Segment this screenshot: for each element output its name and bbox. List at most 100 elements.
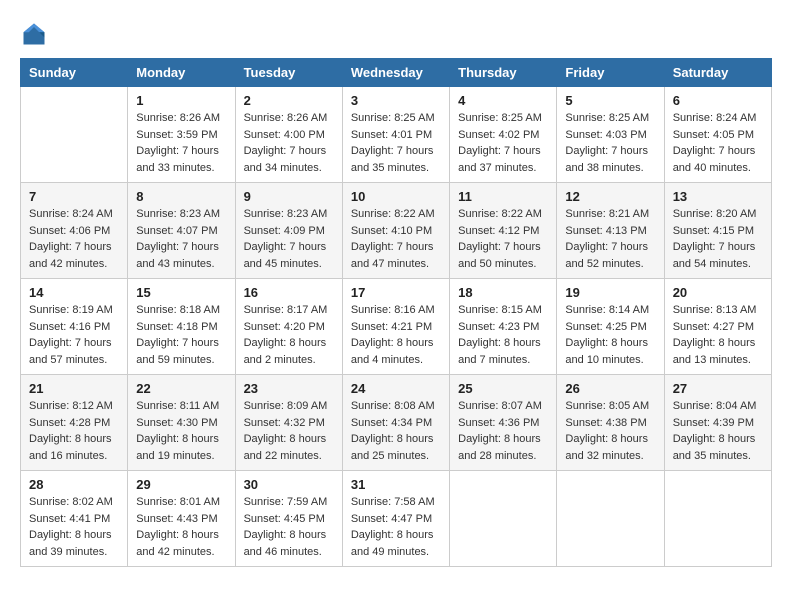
day-info: Sunrise: 8:24 AMSunset: 4:06 PMDaylight:… bbox=[29, 206, 119, 272]
calendar-cell: 19 Sunrise: 8:14 AMSunset: 4:25 PMDayligh… bbox=[557, 279, 664, 375]
calendar-cell: 9 Sunrise: 8:23 AMSunset: 4:09 PMDaylight… bbox=[235, 183, 342, 279]
calendar-header-row: SundayMondayTuesdayWednesdayThursdayFrid… bbox=[21, 59, 772, 87]
calendar-cell: 25 Sunrise: 8:07 AMSunset: 4:36 PMDayligh… bbox=[450, 375, 557, 471]
day-header-wednesday: Wednesday bbox=[342, 59, 449, 87]
day-info: Sunrise: 8:23 AMSunset: 4:07 PMDaylight:… bbox=[136, 206, 226, 272]
day-number: 29 bbox=[136, 477, 226, 492]
day-info: Sunrise: 8:21 AMSunset: 4:13 PMDaylight:… bbox=[565, 206, 655, 272]
calendar-week-row: 1Sunrise: 8:26 AMSunset: 3:59 PMDaylight… bbox=[21, 87, 772, 183]
day-number: 28 bbox=[29, 477, 119, 492]
day-number: 26 bbox=[565, 381, 655, 396]
day-info: Sunrise: 8:17 AMSunset: 4:20 PMDaylight:… bbox=[244, 302, 334, 368]
day-number: 2 bbox=[244, 93, 334, 108]
day-info: Sunrise: 8:11 AMSunset: 4:30 PMDaylight:… bbox=[136, 398, 226, 464]
calendar-cell: 10Sunrise: 8:22 AMSunset: 4:10 PMDayligh… bbox=[342, 183, 449, 279]
day-info: Sunrise: 8:25 AMSunset: 4:03 PMDaylight:… bbox=[565, 110, 655, 176]
calendar-cell: 22 Sunrise: 8:11 AMSunset: 4:30 PMDayligh… bbox=[128, 375, 235, 471]
logo-icon bbox=[20, 20, 48, 48]
day-header-sunday: Sunday bbox=[21, 59, 128, 87]
calendar-cell: 23 Sunrise: 8:09 AMSunset: 4:32 PMDayligh… bbox=[235, 375, 342, 471]
calendar-cell: 13Sunrise: 8:20 AMSunset: 4:15 PMDayligh… bbox=[664, 183, 771, 279]
calendar-week-row: 7 Sunrise: 8:24 AMSunset: 4:06 PMDaylight… bbox=[21, 183, 772, 279]
day-number: 15 bbox=[136, 285, 226, 300]
day-number: 9 bbox=[244, 189, 334, 204]
calendar-cell bbox=[450, 471, 557, 567]
day-info: Sunrise: 8:12 AMSunset: 4:28 PMDaylight:… bbox=[29, 398, 119, 464]
calendar-week-row: 28 Sunrise: 8:02 AMSunset: 4:41 PMDayligh… bbox=[21, 471, 772, 567]
day-number: 19 bbox=[565, 285, 655, 300]
day-info: Sunrise: 8:09 AMSunset: 4:32 PMDaylight:… bbox=[244, 398, 334, 464]
day-info: Sunrise: 8:25 AMSunset: 4:02 PMDaylight:… bbox=[458, 110, 548, 176]
calendar-week-row: 21 Sunrise: 8:12 AMSunset: 4:28 PMDayligh… bbox=[21, 375, 772, 471]
day-info: Sunrise: 8:24 AMSunset: 4:05 PMDaylight:… bbox=[673, 110, 763, 176]
day-info: Sunrise: 8:14 AMSunset: 4:25 PMDaylight:… bbox=[565, 302, 655, 368]
calendar-cell: 18 Sunrise: 8:15 AMSunset: 4:23 PMDayligh… bbox=[450, 279, 557, 375]
calendar-cell bbox=[21, 87, 128, 183]
day-number: 5 bbox=[565, 93, 655, 108]
calendar-cell: 5 Sunrise: 8:25 AMSunset: 4:03 PMDaylight… bbox=[557, 87, 664, 183]
logo bbox=[20, 20, 52, 48]
day-header-friday: Friday bbox=[557, 59, 664, 87]
calendar-cell: 21 Sunrise: 8:12 AMSunset: 4:28 PMDayligh… bbox=[21, 375, 128, 471]
day-info: Sunrise: 8:07 AMSunset: 4:36 PMDaylight:… bbox=[458, 398, 548, 464]
day-number: 7 bbox=[29, 189, 119, 204]
day-info: Sunrise: 8:23 AMSunset: 4:09 PMDaylight:… bbox=[244, 206, 334, 272]
day-number: 24 bbox=[351, 381, 441, 396]
day-number: 14 bbox=[29, 285, 119, 300]
day-number: 23 bbox=[244, 381, 334, 396]
calendar-cell: 14 Sunrise: 8:19 AMSunset: 4:16 PMDayligh… bbox=[21, 279, 128, 375]
calendar-table: SundayMondayTuesdayWednesdayThursdayFrid… bbox=[20, 58, 772, 567]
day-number: 20 bbox=[673, 285, 763, 300]
day-number: 11 bbox=[458, 189, 548, 204]
calendar-cell: 12 Sunrise: 8:21 AMSunset: 4:13 PMDayligh… bbox=[557, 183, 664, 279]
day-info: Sunrise: 8:18 AMSunset: 4:18 PMDaylight:… bbox=[136, 302, 226, 368]
day-number: 13 bbox=[673, 189, 763, 204]
day-number: 30 bbox=[244, 477, 334, 492]
calendar-cell: 24 Sunrise: 8:08 AMSunset: 4:34 PMDayligh… bbox=[342, 375, 449, 471]
day-number: 21 bbox=[29, 381, 119, 396]
calendar-week-row: 14 Sunrise: 8:19 AMSunset: 4:16 PMDayligh… bbox=[21, 279, 772, 375]
calendar-cell: 16 Sunrise: 8:17 AMSunset: 4:20 PMDayligh… bbox=[235, 279, 342, 375]
day-info: Sunrise: 8:25 AMSunset: 4:01 PMDaylight:… bbox=[351, 110, 441, 176]
day-header-thursday: Thursday bbox=[450, 59, 557, 87]
day-info: Sunrise: 8:15 AMSunset: 4:23 PMDaylight:… bbox=[458, 302, 548, 368]
day-info: Sunrise: 8:19 AMSunset: 4:16 PMDaylight:… bbox=[29, 302, 119, 368]
calendar-cell: 27 Sunrise: 8:04 AMSunset: 4:39 PMDayligh… bbox=[664, 375, 771, 471]
day-info: Sunrise: 8:01 AMSunset: 4:43 PMDaylight:… bbox=[136, 494, 226, 560]
calendar-cell: 6 Sunrise: 8:24 AMSunset: 4:05 PMDaylight… bbox=[664, 87, 771, 183]
day-number: 18 bbox=[458, 285, 548, 300]
day-number: 25 bbox=[458, 381, 548, 396]
calendar-cell: 11 Sunrise: 8:22 AMSunset: 4:12 PMDayligh… bbox=[450, 183, 557, 279]
calendar-cell bbox=[557, 471, 664, 567]
day-info: Sunrise: 8:05 AMSunset: 4:38 PMDaylight:… bbox=[565, 398, 655, 464]
calendar-cell: 28 Sunrise: 8:02 AMSunset: 4:41 PMDayligh… bbox=[21, 471, 128, 567]
day-info: Sunrise: 8:02 AMSunset: 4:41 PMDaylight:… bbox=[29, 494, 119, 560]
calendar-cell: 2 Sunrise: 8:26 AMSunset: 4:00 PMDaylight… bbox=[235, 87, 342, 183]
day-number: 12 bbox=[565, 189, 655, 204]
day-info: Sunrise: 8:26 AMSunset: 4:00 PMDaylight:… bbox=[244, 110, 334, 176]
day-info: Sunrise: 8:22 AMSunset: 4:10 PMDaylight:… bbox=[351, 206, 441, 272]
calendar-cell: 17 Sunrise: 8:16 AMSunset: 4:21 PMDayligh… bbox=[342, 279, 449, 375]
day-info: Sunrise: 7:59 AMSunset: 4:45 PMDaylight:… bbox=[244, 494, 334, 560]
day-number: 4 bbox=[458, 93, 548, 108]
calendar-cell: 7 Sunrise: 8:24 AMSunset: 4:06 PMDaylight… bbox=[21, 183, 128, 279]
day-number: 22 bbox=[136, 381, 226, 396]
day-number: 17 bbox=[351, 285, 441, 300]
day-info: Sunrise: 8:16 AMSunset: 4:21 PMDaylight:… bbox=[351, 302, 441, 368]
calendar-cell: 20Sunrise: 8:13 AMSunset: 4:27 PMDayligh… bbox=[664, 279, 771, 375]
day-number: 1 bbox=[136, 93, 226, 108]
day-number: 6 bbox=[673, 93, 763, 108]
calendar-cell: 26 Sunrise: 8:05 AMSunset: 4:38 PMDayligh… bbox=[557, 375, 664, 471]
calendar-cell: 3 Sunrise: 8:25 AMSunset: 4:01 PMDaylight… bbox=[342, 87, 449, 183]
day-header-monday: Monday bbox=[128, 59, 235, 87]
day-number: 27 bbox=[673, 381, 763, 396]
day-number: 3 bbox=[351, 93, 441, 108]
day-info: Sunrise: 8:04 AMSunset: 4:39 PMDaylight:… bbox=[673, 398, 763, 464]
calendar-cell: 4 Sunrise: 8:25 AMSunset: 4:02 PMDaylight… bbox=[450, 87, 557, 183]
calendar-cell: 30 Sunrise: 7:59 AMSunset: 4:45 PMDayligh… bbox=[235, 471, 342, 567]
day-number: 16 bbox=[244, 285, 334, 300]
calendar-cell: 1Sunrise: 8:26 AMSunset: 3:59 PMDaylight… bbox=[128, 87, 235, 183]
day-number: 31 bbox=[351, 477, 441, 492]
day-info: Sunrise: 8:22 AMSunset: 4:12 PMDaylight:… bbox=[458, 206, 548, 272]
day-info: Sunrise: 8:08 AMSunset: 4:34 PMDaylight:… bbox=[351, 398, 441, 464]
